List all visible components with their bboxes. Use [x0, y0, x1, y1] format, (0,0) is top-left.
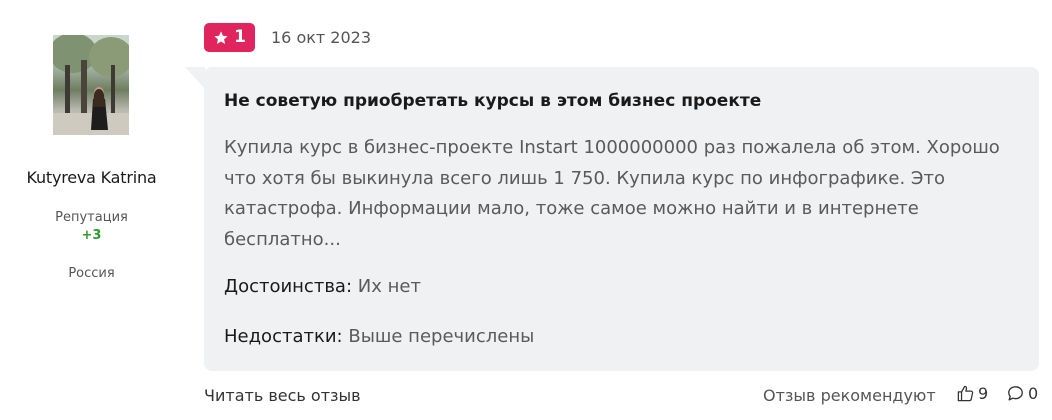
review-body: Не советую приобретать курсы в этом бизн… [204, 67, 1039, 371]
cons-label: Недостатки: [224, 326, 343, 347]
review-text: Купила курс в бизнес-проекте Instart 100… [224, 137, 1000, 250]
comments-button[interactable]: 0 [1006, 384, 1038, 403]
rating-value: 1 [234, 27, 246, 47]
review-pros: Достоинства: Их нет [224, 276, 421, 297]
author-panel: Kutyreva Katrina Репутация +3 Россия [0, 0, 183, 420]
star-icon [214, 30, 228, 44]
pros-label: Достоинства: [224, 276, 353, 297]
rating-badge: 1 [204, 23, 255, 52]
author-name[interactable]: Kutyreva Katrina [0, 168, 183, 187]
review-cons: Недостатки: Выше перечислены [224, 326, 534, 347]
author-country: Россия [68, 266, 115, 281]
cons-value: Выше перечислены [348, 326, 535, 347]
likes-button[interactable]: 9 [956, 384, 988, 403]
likes-count: 9 [978, 384, 989, 403]
avatar-photo [53, 35, 129, 135]
speech-bubble-icon [1008, 386, 1023, 401]
reputation-label: Репутация [55, 210, 128, 225]
recommend-label: Отзыв рекомендуют [763, 386, 936, 405]
pros-value: Их нет [357, 276, 421, 297]
comments-count: 0 [1028, 384, 1039, 403]
review-date: 16 окт 2023 [271, 28, 372, 47]
read-full-review-link[interactable]: Читать весь отзыв [204, 386, 361, 405]
thumbs-up-icon [957, 385, 974, 402]
review-title[interactable]: Не советую приобретать курсы в этом бизн… [224, 91, 761, 111]
reputation-value: +3 [81, 228, 102, 243]
avatar[interactable] [53, 35, 129, 135]
bubble-tail [185, 67, 205, 89]
